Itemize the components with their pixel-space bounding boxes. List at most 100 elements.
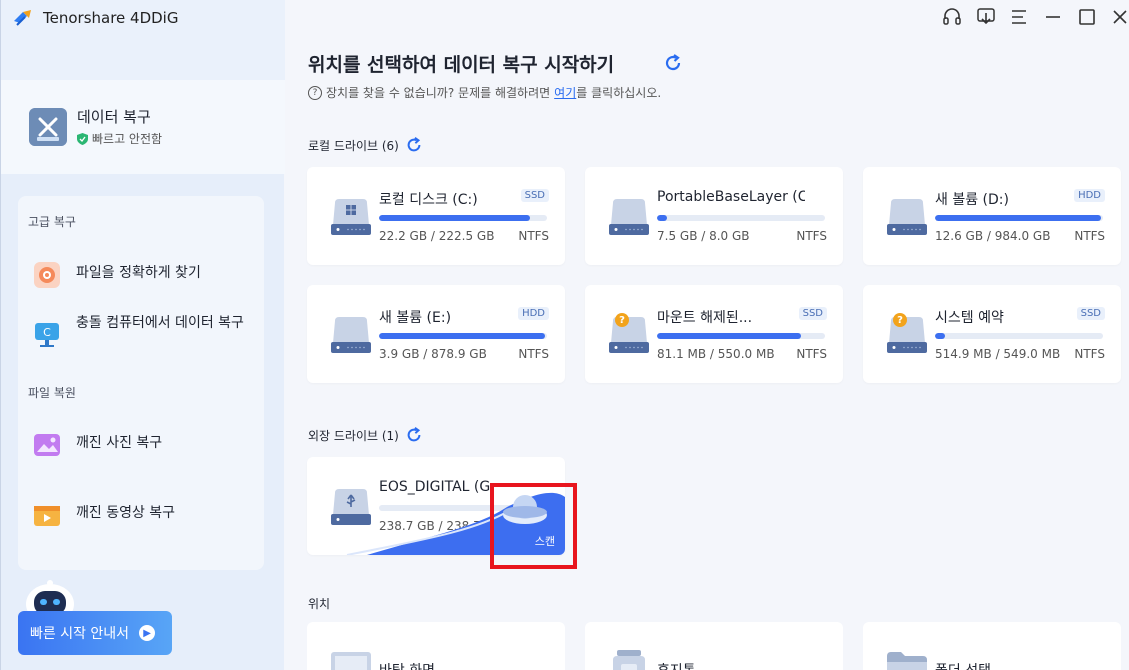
- help-message: 장치를 찾을 수 없습니까? 문제를 해결하려면: [326, 86, 551, 100]
- drive-size: 7.5 GB / 8.0 GB: [657, 229, 750, 243]
- minimize-icon[interactable]: [1042, 6, 1064, 28]
- external-drives-header: 외장 드라이브 (1): [308, 426, 423, 444]
- drive-usage-bar: [657, 215, 825, 221]
- drive-type-badge: HDD: [1074, 189, 1105, 202]
- drive-usage-bar: [379, 215, 547, 221]
- drive-filesystem: NTFS: [1074, 347, 1105, 361]
- drive-icon: [609, 317, 649, 353]
- sidebar: Tenorshare 4DDiG 데이터 복구 빠르고 안전함 고급 복구 파일…: [0, 0, 285, 670]
- drive-icon: [609, 199, 649, 235]
- sidebar-panel: 고급 복구 파일을 정확하게 찾기 C 충돌 컴퓨터에서 데이터 복구 파일 복…: [18, 196, 264, 570]
- refresh-icon[interactable]: [663, 53, 683, 73]
- sidebar-item-label: 충돌 컴퓨터에서 데이터 복구: [76, 315, 244, 331]
- drive-usage-bar: [935, 215, 1103, 221]
- location-folder[interactable]: 폴더 선택: [863, 622, 1121, 670]
- warning-icon: ?: [893, 313, 907, 327]
- drive-card[interactable]: 새 볼륨 (E:) HDD 3.9 GB / 878.9 GB NTFS: [307, 285, 565, 383]
- drive-filesystem: NTFS: [518, 347, 549, 361]
- drive-type-badge: SSD: [798, 307, 827, 320]
- local-drives-header: 로컬 드라이브 (6): [308, 136, 423, 154]
- drive-name: PortableBaseLayer (C:\Pro: [657, 189, 805, 205]
- main-content: 위치를 선택하여 데이터 복구 시작하기 ? 장치를 찾을 수 없습니까? 문제…: [285, 0, 1129, 670]
- brand-header: Tenorshare 4DDiG: [1, 0, 285, 80]
- tools-icon: [29, 108, 67, 146]
- sidebar-item-label: 깨진 동영상 복구: [76, 505, 176, 521]
- app-logo-icon: [14, 10, 31, 26]
- location-label: 폴더 선택: [935, 660, 991, 670]
- arrow-right-icon: ▶: [139, 625, 156, 641]
- drive-filesystem: NTFS: [796, 229, 827, 243]
- drive-filesystem: NTFS: [796, 347, 827, 361]
- drive-size: 3.9 GB / 878.9 GB: [379, 347, 487, 361]
- drive-card[interactable]: 새 볼륨 (D:) HDD 12.6 GB / 984.0 GB NTFS: [863, 167, 1121, 265]
- external-drives-label: 외장 드라이브 (1): [308, 428, 399, 443]
- help-suffix: 를 클릭하십시오.: [576, 86, 662, 100]
- drive-name: 새 볼륨 (D:): [935, 192, 1009, 208]
- menu-icon[interactable]: [1008, 6, 1030, 28]
- svg-text:C: C: [43, 326, 51, 339]
- app-title: Tenorshare 4DDiG: [43, 9, 179, 27]
- drive-card[interactable]: ? 마운트 해제된... SSD 81.1 MB / 550.0 MB NTFS: [585, 285, 843, 383]
- sidebar-item-label: 깨진 사진 복구: [76, 435, 163, 451]
- target-icon: [34, 262, 60, 288]
- drive-card[interactable]: ? 시스템 예약 SSD 514.9 MB / 549.0 MB NTFS: [863, 285, 1121, 383]
- location-recycle-bin[interactable]: 휴지통: [585, 622, 843, 670]
- advanced-recovery-label: 고급 복구: [28, 215, 76, 229]
- feature-subtitle-text: 빠르고 안전함: [92, 132, 163, 146]
- sidebar-item-precise-search[interactable]: 파일을 정확하게 찾기: [18, 252, 264, 298]
- data-recovery-feature[interactable]: 데이터 복구 빠르고 안전함: [1, 80, 285, 174]
- sidebar-item-label: 파일을 정확하게 찾기: [76, 265, 201, 281]
- crashed-computer-icon: C: [35, 323, 59, 347]
- drive-size: 81.1 MB / 550.0 MB: [657, 347, 775, 361]
- drive-usage-bar: [379, 333, 547, 339]
- help-link[interactable]: 여기: [554, 84, 576, 101]
- drive-icon: [887, 317, 927, 353]
- recycle-bin-icon: [613, 650, 645, 670]
- location-desktop[interactable]: 바탕 화면: [307, 622, 565, 670]
- scan-highlight-box: [490, 483, 577, 569]
- drive-name: 새 볼륨 (E:): [379, 310, 452, 326]
- desktop-icon: [331, 652, 371, 670]
- help-text: ? 장치를 찾을 수 없습니까? 문제를 해결하려면 여기 를 클릭하십시오.: [308, 84, 661, 101]
- location-label: 바탕 화면: [379, 660, 435, 670]
- photo-repair-icon: [34, 434, 60, 456]
- drive-card[interactable]: PortableBaseLayer (C:\Pro 7.5 GB / 8.0 GB…: [585, 167, 843, 265]
- drive-type-badge: SSD: [520, 189, 549, 202]
- video-repair-icon: [34, 506, 60, 526]
- drive-usage-bar: [935, 333, 1103, 339]
- drive-name: 마운트 해제된...: [657, 310, 753, 326]
- refresh-icon[interactable]: [405, 136, 423, 154]
- quick-start-button[interactable]: 빠른 시작 안내서 ▶: [18, 611, 172, 655]
- drive-type-badge: HDD: [518, 307, 549, 320]
- maximize-icon[interactable]: [1076, 6, 1098, 28]
- drive-card[interactable]: 로컬 디스크 (C:) SSD 22.2 GB / 222.5 GB NTFS: [307, 167, 565, 265]
- locations-label: 위치: [308, 597, 331, 611]
- local-drives-label: 로컬 드라이브 (6): [308, 138, 399, 153]
- sidebar-item-photo-repair[interactable]: 깨진 사진 복구: [18, 422, 264, 468]
- download-icon[interactable]: [975, 6, 997, 28]
- quick-start-label: 빠른 시작 안내서: [30, 626, 130, 642]
- close-icon[interactable]: [1109, 6, 1129, 28]
- page-title: 위치를 선택하여 데이터 복구 시작하기: [308, 54, 615, 76]
- drive-size: 12.6 GB / 984.0 GB: [935, 229, 1051, 243]
- warning-icon: ?: [615, 313, 629, 327]
- drive-usage-bar: [657, 333, 825, 339]
- windows-drive-icon: [331, 199, 371, 235]
- feature-title: 데이터 복구: [77, 108, 151, 126]
- shield-check-icon: [77, 132, 88, 145]
- drive-filesystem: NTFS: [1074, 229, 1105, 243]
- sidebar-item-video-repair[interactable]: 깨진 동영상 복구: [18, 492, 264, 538]
- question-icon: ?: [308, 85, 322, 100]
- drive-name: 로컬 디스크 (C:): [379, 192, 478, 208]
- drive-name: 시스템 예약: [935, 310, 1004, 326]
- drive-size: 514.9 MB / 549.0 MB: [935, 347, 1061, 361]
- drive-icon: [887, 199, 927, 235]
- sidebar-item-crashed-computer[interactable]: C 충돌 컴퓨터에서 데이터 복구: [18, 312, 264, 358]
- drive-type-badge: SSD: [1076, 307, 1105, 320]
- drive-size: 22.2 GB / 222.5 GB: [379, 229, 495, 243]
- drive-icon: [331, 317, 371, 353]
- support-headset-icon[interactable]: [941, 6, 963, 28]
- location-label: 휴지통: [657, 660, 696, 670]
- drive-filesystem: NTFS: [518, 229, 549, 243]
- refresh-icon[interactable]: [405, 426, 423, 444]
